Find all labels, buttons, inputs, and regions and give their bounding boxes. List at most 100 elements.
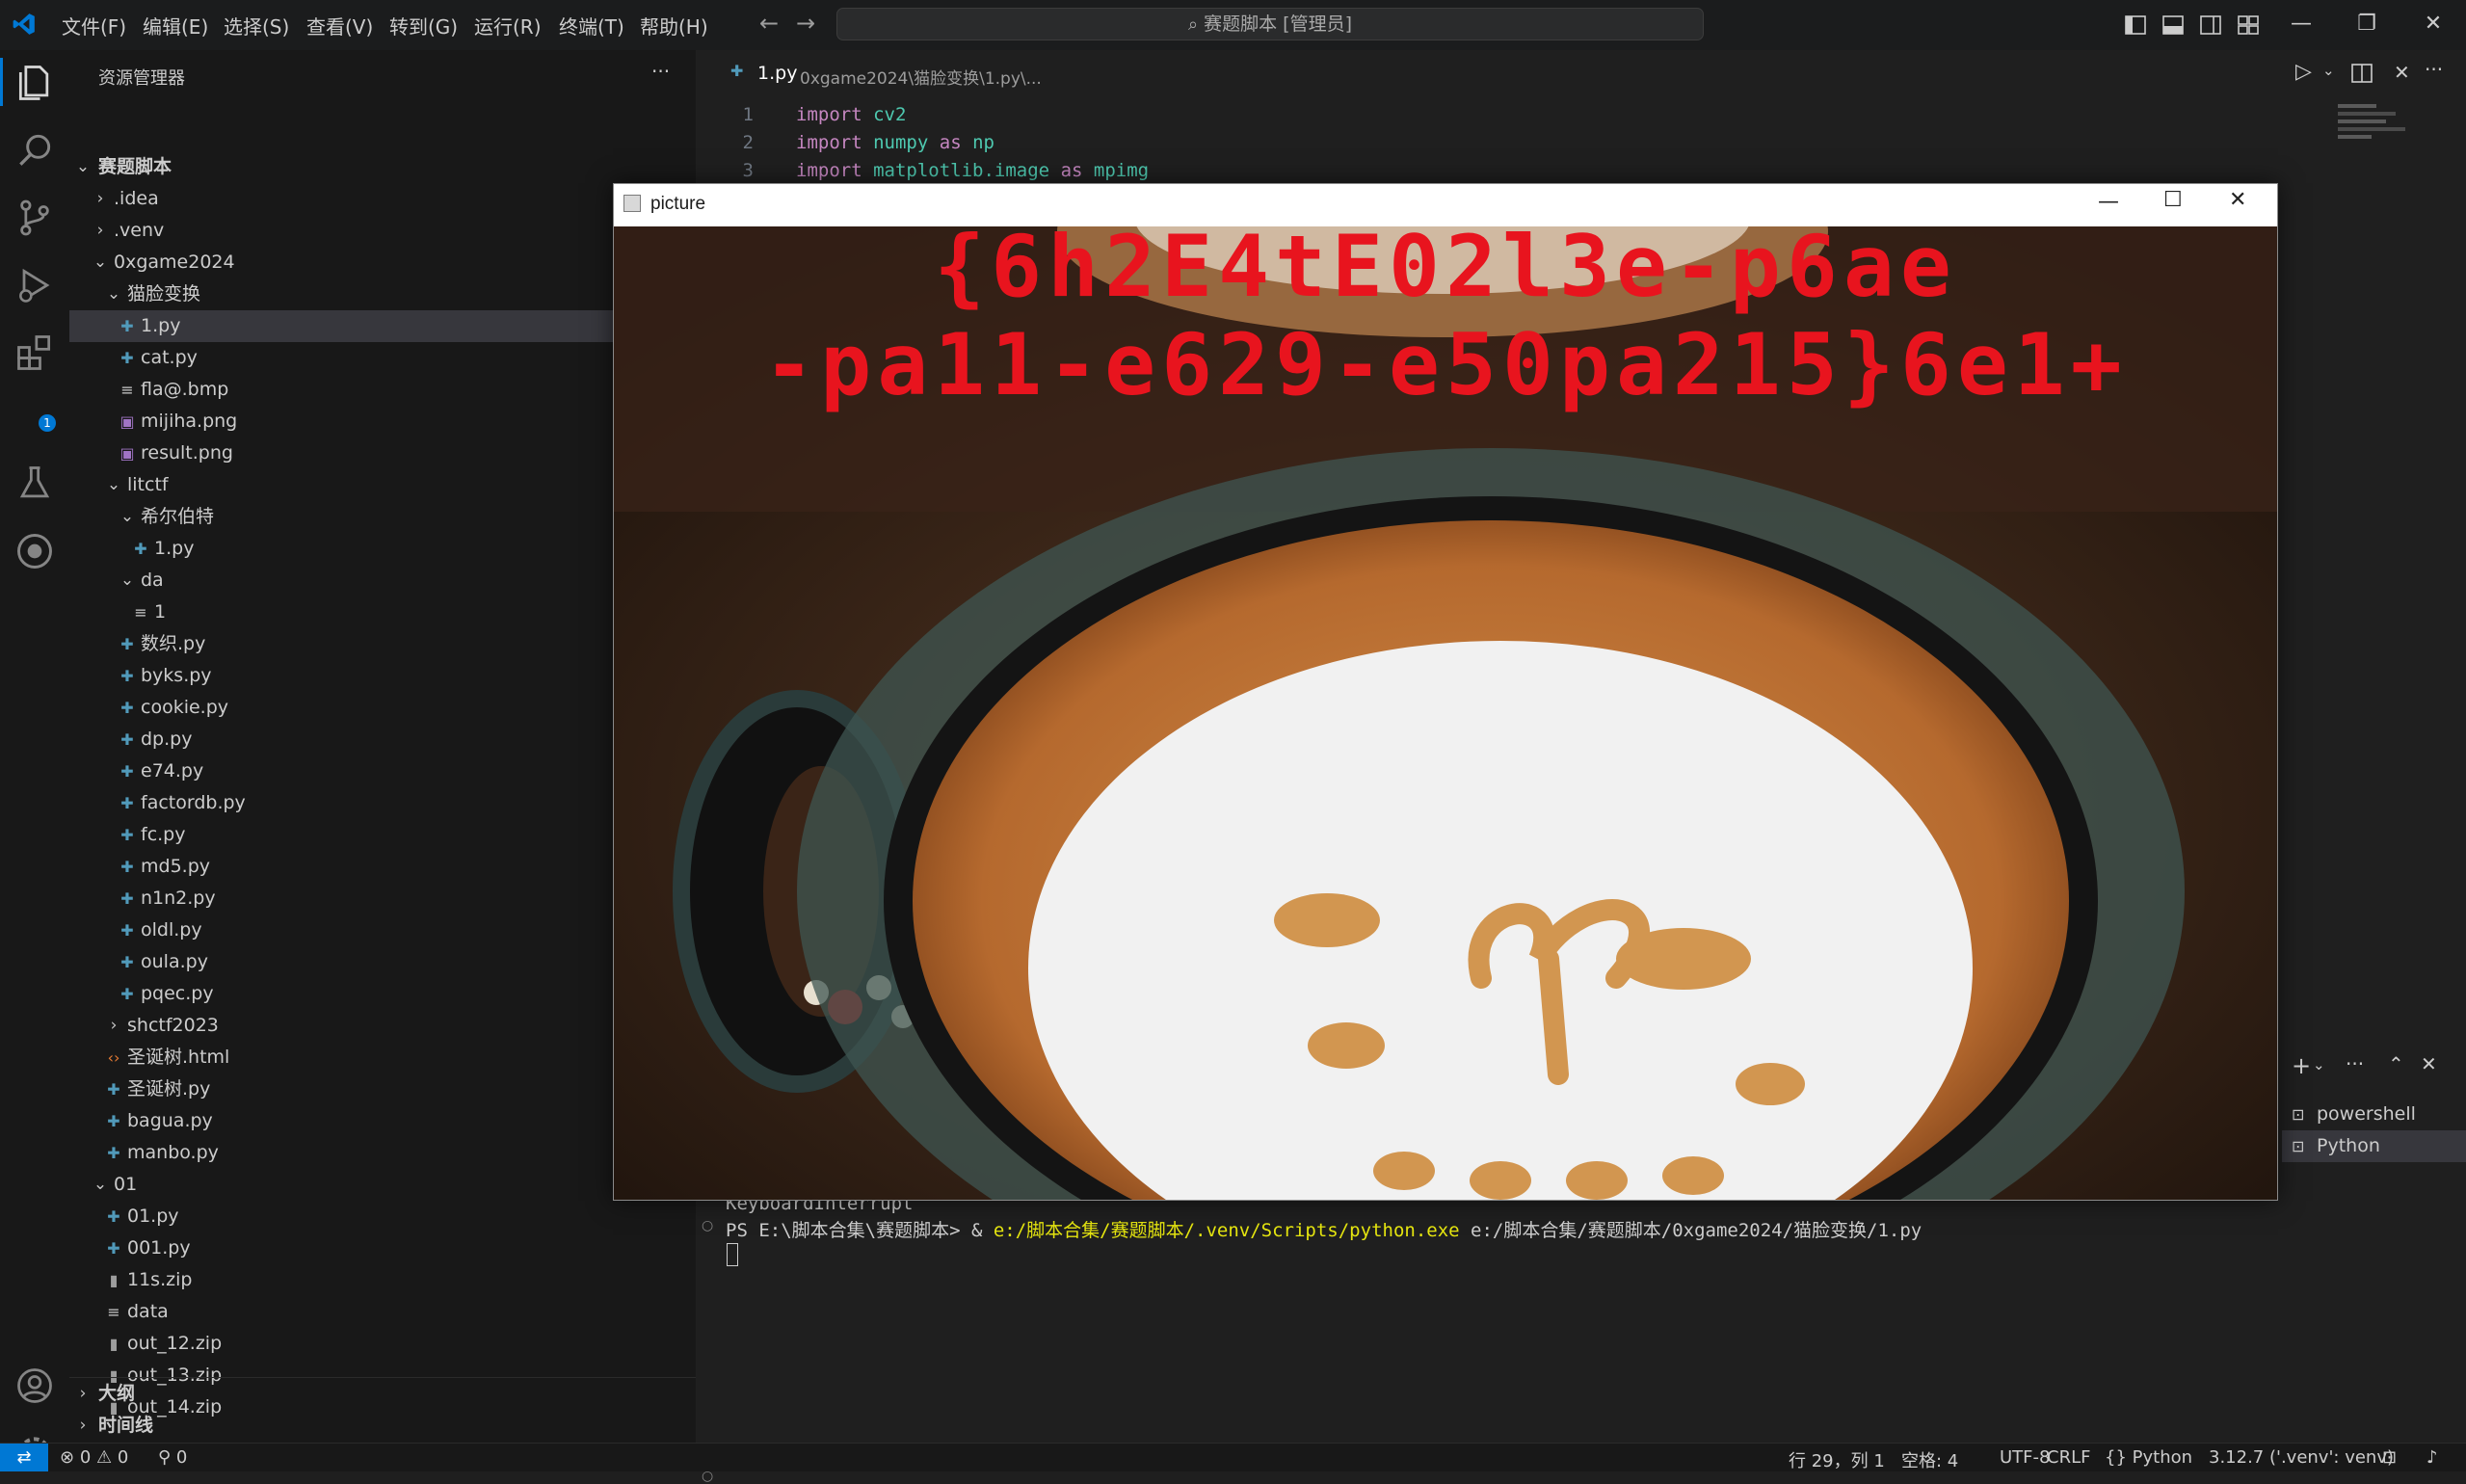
run-python-file-icon[interactable]: ▷ xyxy=(2295,60,2312,84)
tree-file[interactable]: ✚ oula.py xyxy=(69,946,696,978)
search-view-icon[interactable] xyxy=(13,129,56,172)
tree-file[interactable]: ✚ fc.py xyxy=(69,819,696,851)
close-window-button[interactable]: ✕ xyxy=(2414,10,2453,39)
split-editor-icon[interactable] xyxy=(2351,64,2373,83)
tree-item-label: 11s.zip xyxy=(127,1269,193,1290)
terminal-tab-python[interactable]: ⊡ Python xyxy=(2282,1130,2466,1162)
editor-more-icon[interactable]: ··· xyxy=(2425,58,2443,81)
tree-folder[interactable]: ⌄ 猫脸变换 xyxy=(69,278,696,310)
tree-file[interactable]: ≡ fla@.bmp xyxy=(69,374,696,406)
picture-window-titlebar[interactable]: picture — ☐ ✕ xyxy=(614,184,2277,226)
toggle-primary-sidebar-icon[interactable] xyxy=(2125,15,2146,35)
picture-close-button[interactable]: ✕ xyxy=(2229,188,2246,212)
remote-explorer-icon[interactable] xyxy=(13,530,56,572)
ports-indicator[interactable]: ⚲ 0 xyxy=(158,1447,187,1468)
menu-item[interactable]: 选择(S) xyxy=(224,12,289,40)
tree-file[interactable]: ✚ 01.py xyxy=(69,1201,696,1232)
tree-file[interactable]: ✚ factordb.py xyxy=(69,787,696,819)
accounts-icon[interactable] xyxy=(13,1365,56,1407)
source-control-icon[interactable] xyxy=(13,197,56,239)
notifications-bell-icon[interactable]: ♪ xyxy=(2426,1447,2438,1468)
tree-folder[interactable]: ⌄ 0xgame2024 xyxy=(69,247,696,278)
menu-item[interactable]: 帮助(H) xyxy=(640,12,708,40)
copilot-icon[interactable]: ⊡ xyxy=(2382,1447,2397,1468)
problems-indicator[interactable]: ⊗ 0 ⚠ 0 xyxy=(60,1447,128,1468)
explorer-root-folder[interactable]: ⌄ 赛题脚本 xyxy=(69,151,696,183)
testing-flask-icon[interactable] xyxy=(13,463,56,505)
end-of-line[interactable]: CRLF xyxy=(2047,1447,2090,1468)
customize-layout-icon[interactable] xyxy=(2238,15,2259,35)
menu-item[interactable]: 查看(V) xyxy=(306,12,373,40)
menu-item[interactable]: 终端(T) xyxy=(559,12,624,40)
tree-file[interactable]: ✚ 1.py xyxy=(69,533,696,565)
tree-file[interactable]: ✚ cat.py xyxy=(69,342,696,374)
indentation[interactable]: 空格: 4 xyxy=(1901,1447,1958,1472)
tree-folder[interactable]: ⌄ 希尔伯特 xyxy=(69,501,696,533)
encoding[interactable]: UTF-8 xyxy=(2000,1447,2050,1468)
toggle-secondary-sidebar-icon[interactable] xyxy=(2200,15,2221,35)
tree-file[interactable]: ✚ n1n2.py xyxy=(69,883,696,914)
menu-item[interactable]: 文件(F) xyxy=(62,12,126,40)
tree-file[interactable]: ✚ 圣诞树.py xyxy=(69,1073,696,1105)
tree-file[interactable]: ▮ out_12.zip xyxy=(69,1328,696,1360)
cursor-position[interactable]: 行 29，列 1 xyxy=(1789,1447,1885,1472)
tree-folder[interactable]: ⌄ da xyxy=(69,565,696,596)
tree-file[interactable]: ✚ 001.py xyxy=(69,1232,696,1264)
tree-file[interactable]: ≡ 1 xyxy=(69,596,696,628)
tree-folder[interactable]: ⌄ litctf xyxy=(69,469,696,501)
tree-file[interactable]: ✚ dp.py xyxy=(69,724,696,755)
back-arrow-icon[interactable]: ← xyxy=(759,10,779,37)
tree-file[interactable]: ✚ byks.py xyxy=(69,660,696,692)
menu-item[interactable]: 转到(G) xyxy=(389,12,458,40)
terminal-tab-powershell[interactable]: ⊡ powershell xyxy=(2282,1099,2466,1130)
timeline-section[interactable]: › 时间线 xyxy=(69,1410,696,1442)
ports-count: 0 xyxy=(175,1447,188,1468)
outline-section[interactable]: › 大纲 xyxy=(69,1378,696,1410)
tree-folder[interactable]: › shctf2023 xyxy=(69,1010,696,1042)
tree-file[interactable]: ✚ cookie.py xyxy=(69,692,696,724)
command-center-search[interactable]: ⌕ 赛题脚本 [管理员] xyxy=(836,8,1704,40)
picture-window[interactable]: picture — ☐ ✕ {6h2E4tE02l3e-p6ae -pa11-e… xyxy=(613,183,2278,1201)
close-editor-icon[interactable]: ✕ xyxy=(2394,61,2410,84)
terminal-more-icon[interactable]: ··· xyxy=(2346,1052,2364,1075)
new-terminal-icon[interactable]: + xyxy=(2292,1052,2311,1079)
tree-file[interactable]: ✚ md5.py xyxy=(69,851,696,883)
tree-folder[interactable]: › .idea xyxy=(69,183,696,215)
tree-file[interactable]: ✚ bagua.py xyxy=(69,1105,696,1137)
minimap[interactable] xyxy=(2338,100,2415,197)
remote-indicator-icon[interactable]: ⇄ xyxy=(0,1444,48,1471)
tree-file[interactable]: ✚ pqec.py xyxy=(69,978,696,1010)
tree-file[interactable]: ✚ 数织.py xyxy=(69,628,696,660)
close-panel-icon[interactable]: ✕ xyxy=(2421,1052,2437,1075)
tree-folder[interactable]: › .venv xyxy=(69,215,696,247)
run-dropdown-chevron-icon[interactable]: ⌄ xyxy=(2322,62,2335,79)
run-debug-icon[interactable] xyxy=(13,264,56,306)
terminal-dropdown-icon[interactable]: ⌄ xyxy=(2313,1056,2325,1073)
picture-minimize-button[interactable]: — xyxy=(2098,190,2119,214)
restore-button[interactable]: ❐ xyxy=(2347,10,2386,39)
explorer-more-button[interactable]: ··· xyxy=(651,60,670,83)
tree-file[interactable]: ▣ mijiha.png xyxy=(69,406,696,437)
tree-file[interactable]: ✚ manbo.py xyxy=(69,1137,696,1169)
menu-item[interactable]: 运行(R) xyxy=(474,12,542,40)
tree-file[interactable]: ✚ oldl.py xyxy=(69,914,696,946)
explorer-icon[interactable] xyxy=(13,62,56,104)
extensions-icon[interactable] xyxy=(13,331,56,374)
minimize-button[interactable]: — xyxy=(2282,10,2320,39)
terminal-command-line[interactable]: PS E:\脚本合集\赛题脚本> & e:/脚本合集/赛题脚本/.venv/Sc… xyxy=(726,1216,1922,1242)
python-interpreter[interactable]: 3.12.7 ('.venv': venv) xyxy=(2209,1447,2394,1468)
tree-file[interactable]: ▣ result.png xyxy=(69,437,696,469)
picture-maximize-button[interactable]: ☐ xyxy=(2163,188,2183,212)
tree-file[interactable]: ≡ data xyxy=(69,1296,696,1328)
editor-tab-1py[interactable]: ✚ 1.py 0xgame2024\猫脸变换\1.py\... xyxy=(696,50,1043,98)
menu-item[interactable]: 编辑(E) xyxy=(143,12,208,40)
maximize-panel-icon[interactable]: ⌃ xyxy=(2388,1052,2404,1075)
language-mode[interactable]: {} Python xyxy=(2105,1447,2192,1468)
tree-file[interactable]: ‹› 圣诞树.html xyxy=(69,1042,696,1073)
tree-file[interactable]: ▮ 11s.zip xyxy=(69,1264,696,1296)
tree-folder[interactable]: ⌄ 01 xyxy=(69,1169,696,1201)
forward-arrow-icon[interactable]: → xyxy=(796,10,815,37)
toggle-panel-icon[interactable] xyxy=(2162,15,2184,35)
tree-file[interactable]: ✚ 1.py xyxy=(69,310,696,342)
tree-file[interactable]: ✚ e74.py xyxy=(69,755,696,787)
